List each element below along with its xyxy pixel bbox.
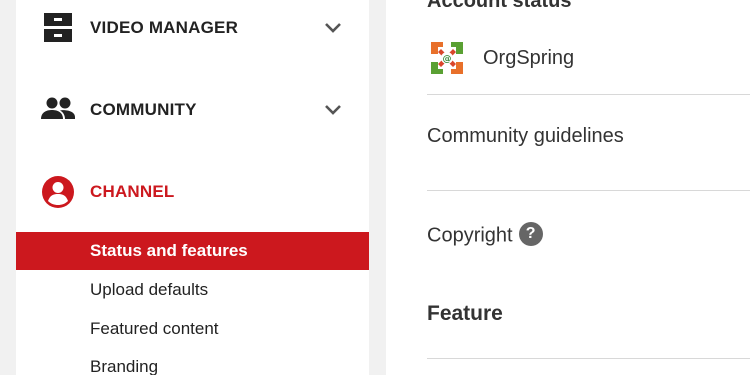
- page: VIDEO MANAGER COMMUNITY CHANNEL Status a…: [0, 0, 750, 375]
- nav-video-manager[interactable]: VIDEO MANAGER: [16, 0, 369, 56]
- sidebar-item-branding[interactable]: Branding: [16, 348, 369, 375]
- chevron-down-icon[interactable]: [322, 99, 344, 121]
- copyright-row[interactable]: Copyright?: [427, 222, 543, 248]
- sidebar-item-label: Branding: [90, 357, 159, 375]
- orgspring-logo-icon: @: [431, 42, 463, 74]
- account-name: OrgSpring: [483, 46, 575, 69]
- sidebar-item-label: Featured content: [90, 319, 219, 338]
- account-circle-icon: [40, 174, 76, 210]
- divider: [427, 94, 750, 95]
- copyright-label: Copyright: [427, 224, 513, 247]
- nav-video-manager-label: VIDEO MANAGER: [90, 18, 239, 37]
- sidebar-item-label: Status and features: [90, 241, 248, 260]
- svg-text:@: @: [443, 55, 452, 65]
- main-panel: Account status @ OrgSpring Community gui…: [386, 0, 750, 375]
- people-icon: [40, 92, 76, 128]
- video-manager-icon: [40, 10, 76, 46]
- nav-community[interactable]: COMMUNITY: [16, 82, 369, 138]
- sidebar-item-label: Upload defaults: [90, 280, 209, 299]
- sidebar-item-featured-content[interactable]: Featured content: [16, 310, 369, 348]
- community-guidelines-label[interactable]: Community guidelines: [427, 125, 624, 148]
- account-status-heading: Account status: [427, 0, 572, 12]
- divider: [427, 358, 750, 359]
- sidebar-item-status-and-features[interactable]: Status and features: [16, 232, 369, 270]
- nav-community-label: COMMUNITY: [90, 100, 197, 119]
- account-row: @ OrgSpring: [427, 36, 574, 80]
- divider: [427, 190, 750, 191]
- sidebar-item-upload-defaults[interactable]: Upload defaults: [16, 271, 369, 309]
- nav-channel[interactable]: CHANNEL: [16, 164, 369, 220]
- sidebar: VIDEO MANAGER COMMUNITY CHANNEL Status a…: [16, 0, 369, 375]
- chevron-down-icon[interactable]: [322, 17, 344, 39]
- help-icon[interactable]: ?: [518, 222, 543, 246]
- nav-channel-label: CHANNEL: [90, 182, 175, 201]
- feature-heading: Feature: [427, 302, 503, 325]
